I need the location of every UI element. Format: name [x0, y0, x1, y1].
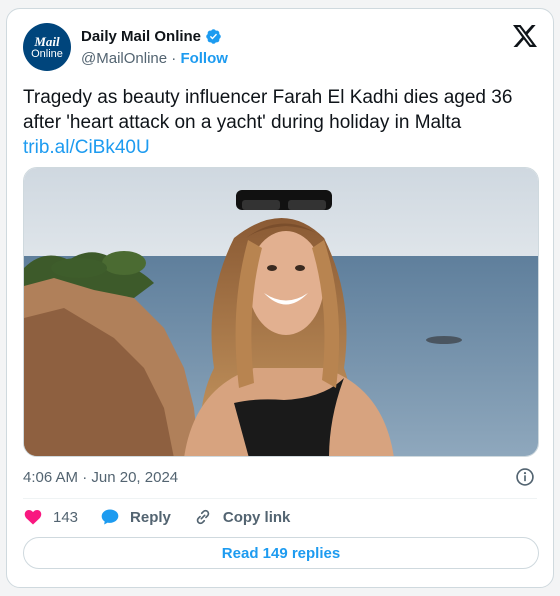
reply-bubble-icon: [101, 509, 119, 525]
copy-link-button[interactable]: Copy link: [193, 507, 291, 527]
reply-button[interactable]: Reply: [100, 507, 171, 527]
link-icon: [196, 509, 210, 525]
avatar[interactable]: Mail Online: [23, 23, 71, 71]
author-handle[interactable]: @MailOnline: [81, 50, 167, 67]
avatar-line2: Online: [31, 47, 63, 60]
handle-separator: ·: [171, 50, 177, 67]
x-logo-icon[interactable]: [513, 25, 537, 47]
tweet-timestamp[interactable]: 4:06 AM · Jun 20, 2024: [23, 469, 178, 486]
tweet-date: Jun 20, 2024: [91, 469, 179, 486]
tweet-text: Tragedy as beauty influencer Farah El Ka…: [23, 87, 513, 133]
author-name[interactable]: Daily Mail Online: [81, 28, 201, 45]
tweet-text-block: Tragedy as beauty influencer Farah El Ka…: [23, 85, 543, 160]
like-count: 143: [53, 508, 79, 526]
verified-badge-icon: [206, 29, 221, 44]
follow-button[interactable]: Follow: [180, 50, 228, 67]
info-icon[interactable]: [515, 467, 535, 487]
divider: [23, 498, 537, 499]
read-replies-button[interactable]: Read 149 replies: [23, 537, 539, 569]
author-name-row[interactable]: Daily Mail Online: [81, 28, 222, 45]
copy-link-label: Copy link: [222, 508, 291, 526]
avatar-line1: Mail: [34, 33, 60, 49]
action-bar: 143 Reply Copy link: [23, 506, 312, 528]
tweet-card: Mail Online Daily Mail Online @MailOnlin…: [6, 8, 554, 588]
handle-row: @MailOnline · Follow: [81, 50, 228, 67]
heart-icon: [24, 509, 42, 525]
time-separator: ·: [82, 469, 88, 486]
like-button[interactable]: 143: [23, 507, 78, 527]
tweet-link[interactable]: trib.al/CiBk40U: [23, 135, 543, 160]
photo-woman-by-sea: [24, 168, 538, 456]
reply-label: Reply: [130, 508, 171, 526]
tweet-time: 4:06 AM: [23, 469, 79, 486]
tweet-media-photo[interactable]: [23, 167, 539, 457]
